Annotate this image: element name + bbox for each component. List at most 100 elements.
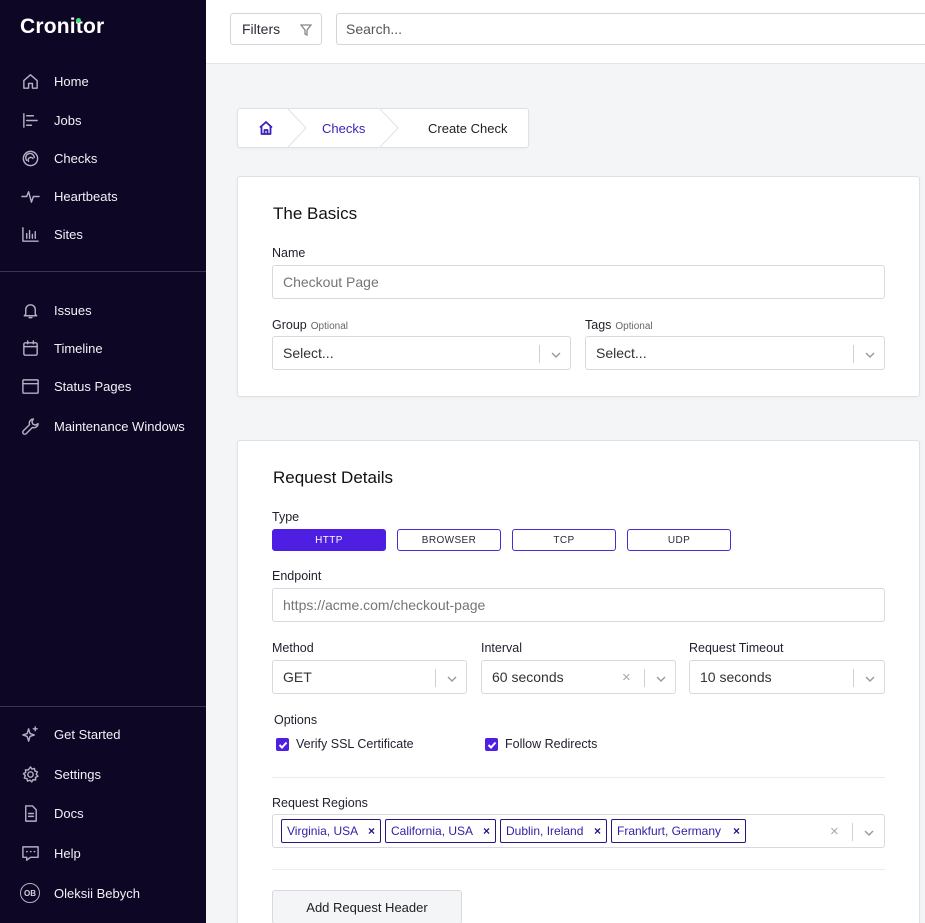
sidebar-item-label: Heartbeats	[54, 188, 118, 204]
sidebar-item-maintenance-windows[interactable]: Maintenance Windows	[0, 410, 206, 442]
logo-dot	[76, 18, 81, 23]
remove-icon[interactable]: ×	[594, 824, 601, 838]
chevron-down-icon	[446, 672, 458, 684]
calendar-icon	[20, 338, 40, 358]
sidebar-item-timeline[interactable]: Timeline	[0, 332, 206, 364]
window-icon	[20, 376, 40, 396]
heartbeat-icon	[20, 186, 40, 206]
tags-label-text: Tags	[585, 318, 612, 332]
clear-icon[interactable]: ×	[622, 669, 631, 686]
breadcrumb-checks[interactable]: Checks	[322, 109, 365, 147]
endpoint-input[interactable]	[272, 588, 885, 622]
breadcrumb-home[interactable]	[258, 109, 274, 147]
request-details-title: Request Details	[273, 468, 394, 487]
select-separator	[644, 669, 645, 687]
type-tcp-button[interactable]: TCP	[512, 529, 616, 551]
select-separator	[853, 669, 854, 687]
sidebar-item-label: Checks	[54, 150, 98, 166]
sidebar-item-label: Home	[54, 73, 89, 89]
avatar-initials: OB	[20, 883, 40, 903]
verify-ssl-label: Verify SSL Certificate	[296, 737, 414, 751]
method-select-value: GET	[283, 669, 312, 685]
group-select[interactable]: Select...	[272, 336, 571, 370]
bell-icon	[20, 300, 40, 320]
sidebar-item-label: Settings	[54, 766, 101, 782]
chat-icon	[20, 843, 40, 863]
request-regions-label: Request Regions	[272, 796, 368, 810]
interval-label: Interval	[481, 641, 522, 655]
chevron-down-icon	[655, 672, 667, 684]
add-request-header-button[interactable]: Add Request Header	[272, 890, 462, 923]
section-divider	[272, 869, 885, 870]
sidebar-item-home[interactable]: Home	[0, 65, 206, 97]
interval-select[interactable]: 60 seconds ×	[481, 660, 676, 694]
breadcrumb: Checks Create Check	[237, 108, 529, 148]
request-timeout-select-value: 10 seconds	[700, 669, 772, 685]
clear-all-icon[interactable]: ×	[830, 823, 839, 840]
method-label: Method	[272, 641, 314, 655]
tags-select[interactable]: Select...	[585, 336, 885, 370]
request-timeout-label: Request Timeout	[689, 641, 784, 655]
sidebar-item-docs[interactable]: Docs	[0, 797, 206, 829]
breadcrumb-current: Create Check	[428, 120, 508, 136]
remove-icon[interactable]: ×	[483, 824, 490, 838]
region-tag[interactable]: California, USA ×	[385, 819, 496, 843]
basics-title: The Basics	[273, 204, 358, 223]
filters-button[interactable]: Filters	[230, 13, 322, 45]
sidebar-item-user[interactable]: OB Oleksii Bebych	[0, 877, 206, 909]
type-udp-button[interactable]: UDP	[627, 529, 731, 551]
endpoint-label: Endpoint	[272, 569, 322, 583]
home-icon	[20, 71, 40, 91]
tags-optional-hint: Optional	[615, 321, 653, 332]
sidebar-item-checks[interactable]: Checks	[0, 142, 206, 174]
chevron-down-icon	[864, 672, 876, 684]
remove-icon[interactable]: ×	[733, 824, 740, 838]
select-separator	[853, 345, 854, 363]
name-input[interactable]	[272, 265, 885, 299]
group-optional-hint: Optional	[310, 321, 348, 332]
breadcrumb-separator	[287, 108, 308, 148]
name-label: Name	[272, 246, 306, 260]
verify-ssl-checkbox[interactable]	[276, 738, 289, 751]
region-tag[interactable]: Frankfurt, Germany ×	[611, 819, 746, 843]
sidebar-item-help[interactable]: Help	[0, 837, 206, 869]
sidebar-item-sites[interactable]: Sites	[0, 218, 206, 250]
interval-select-value: 60 seconds	[492, 669, 564, 685]
sidebar-item-status-pages[interactable]: Status Pages	[0, 370, 206, 402]
sparkle-icon	[20, 724, 40, 744]
options-label: Options	[274, 713, 318, 727]
type-http-button[interactable]: HTTP	[272, 529, 386, 551]
tags-label: Tags Optional	[585, 318, 653, 332]
region-tag-label: Virginia, USA	[287, 824, 359, 838]
sidebar-item-issues[interactable]: Issues	[0, 294, 206, 326]
region-tag-label: Frankfurt, Germany	[617, 824, 722, 838]
avatar: OB	[20, 883, 40, 903]
breadcrumb-separator	[379, 108, 400, 148]
sidebar-item-label: Status Pages	[54, 378, 132, 394]
home-icon	[259, 121, 273, 135]
select-separator	[539, 345, 540, 363]
region-tag[interactable]: Dublin, Ireland ×	[500, 819, 607, 843]
request-timeout-select[interactable]: 10 seconds	[689, 660, 885, 694]
follow-redirects-checkbox[interactable]	[485, 738, 498, 751]
method-select[interactable]: GET	[272, 660, 467, 694]
sidebar-item-get-started[interactable]: Get Started	[0, 718, 206, 750]
select-separator	[852, 823, 853, 841]
filters-label: Filters	[242, 21, 281, 37]
search-input[interactable]	[336, 13, 925, 45]
group-label: Group Optional	[272, 318, 348, 332]
region-tag[interactable]: Virginia, USA ×	[281, 819, 381, 843]
sidebar-item-label: Issues	[54, 302, 92, 318]
type-browser-button[interactable]: BROWSER	[397, 529, 501, 551]
sidebar-item-settings[interactable]: Settings	[0, 758, 206, 790]
sites-icon	[20, 224, 40, 244]
sidebar-item-label: Get Started	[54, 726, 121, 742]
follow-redirects-label: Follow Redirects	[505, 737, 598, 751]
sidebar-item-jobs[interactable]: Jobs	[0, 104, 206, 136]
sidebar-item-label: Maintenance Windows	[54, 418, 185, 434]
chevron-down-icon	[550, 348, 562, 360]
region-tag-label: Dublin, Ireland	[506, 824, 584, 838]
remove-icon[interactable]: ×	[368, 824, 375, 838]
cronitor-logo[interactable]: Cronitor	[20, 15, 104, 39]
sidebar-item-heartbeats[interactable]: Heartbeats	[0, 180, 206, 212]
